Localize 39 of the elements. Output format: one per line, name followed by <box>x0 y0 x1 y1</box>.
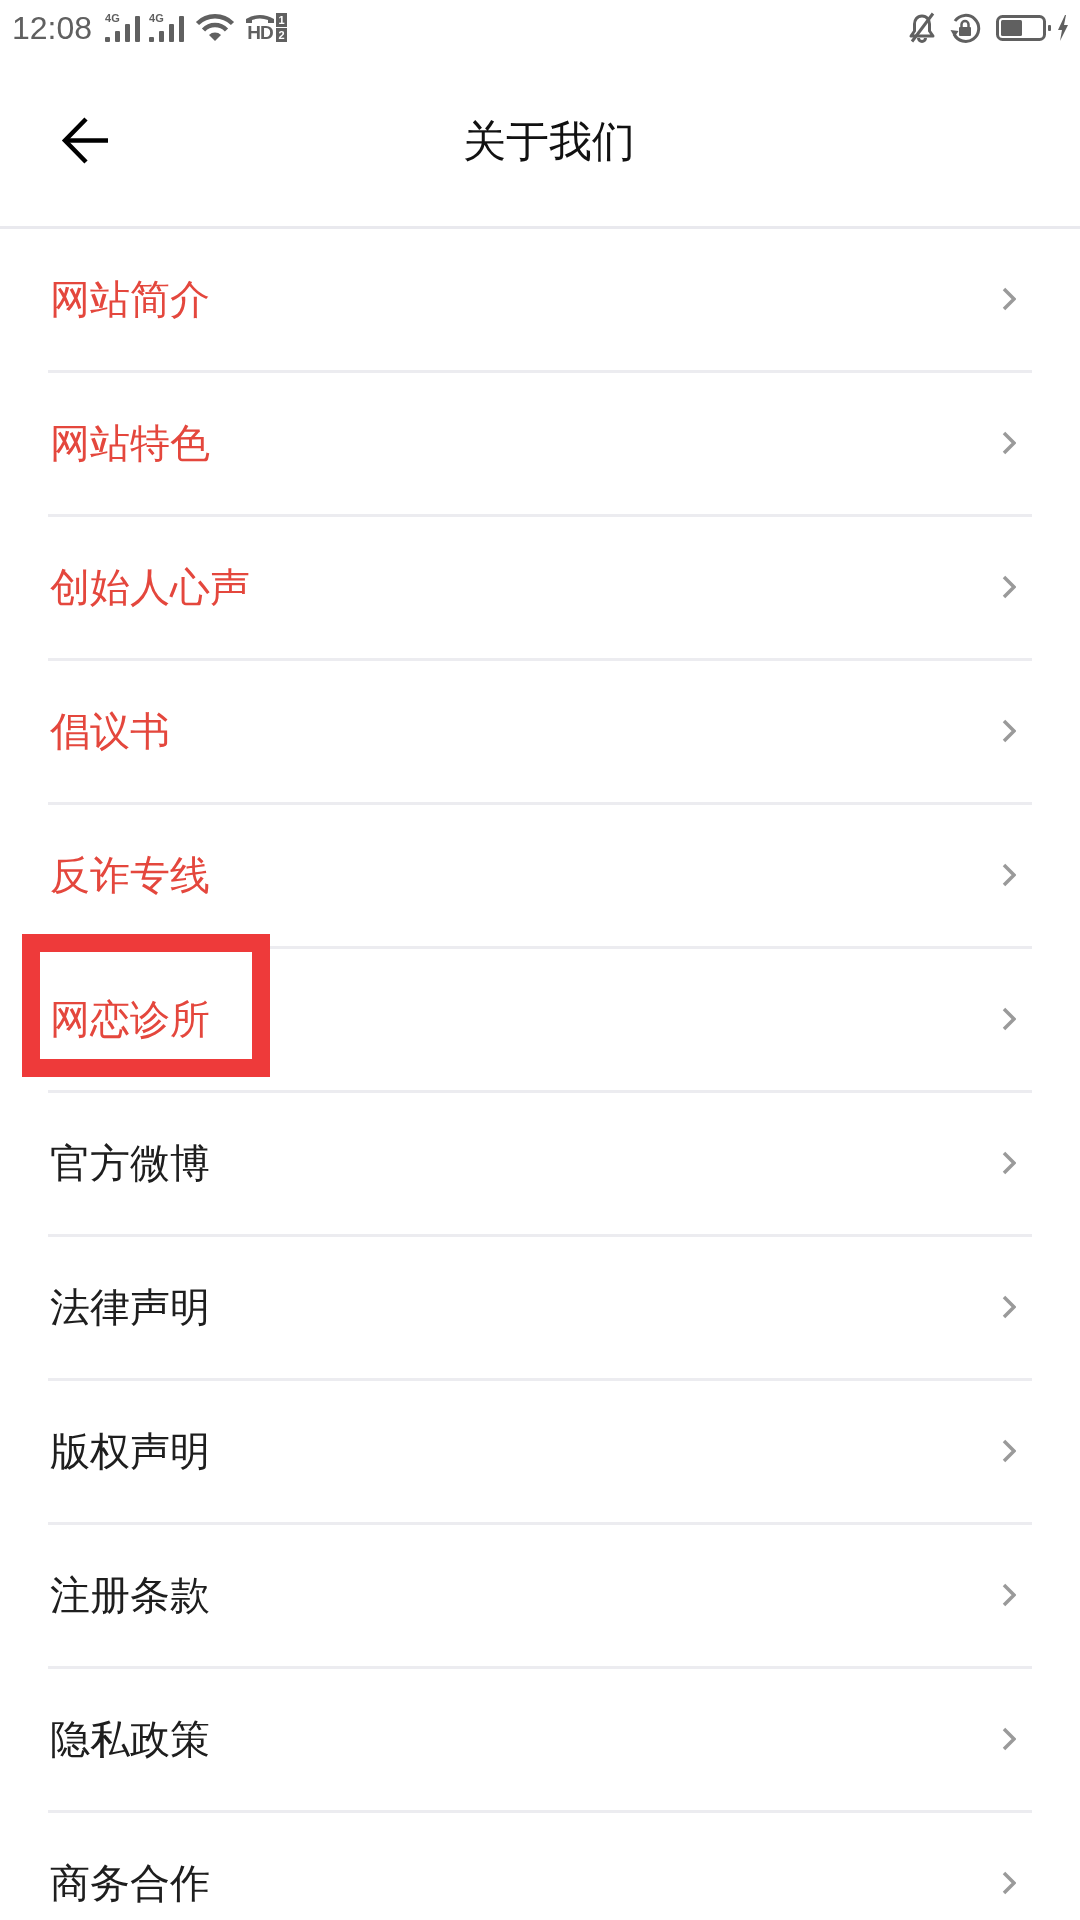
menu-item[interactable]: 法律声明 <box>0 1237 1080 1378</box>
chevron-right-icon <box>1002 719 1016 743</box>
menu-item[interactable]: 商务合作 <box>0 1813 1080 1920</box>
menu-item[interactable]: 官方微博 <box>0 1093 1080 1234</box>
wifi-icon <box>195 14 236 41</box>
menu-item[interactable]: 隐私政策 <box>0 1669 1080 1810</box>
charging-bolt-icon <box>1058 14 1068 41</box>
sim-slot-label: 1 <box>276 13 288 27</box>
menu-item[interactable]: 倡议书 <box>0 661 1080 802</box>
rotation-lock-icon <box>949 12 981 43</box>
menu-item[interactable]: 网站特色 <box>0 373 1080 514</box>
battery-icon <box>996 14 1052 41</box>
network-type-label: 4G <box>105 13 120 24</box>
chevron-right-icon <box>1002 1295 1016 1319</box>
signal-icon <box>105 16 141 42</box>
menu-item[interactable]: 版权声明 <box>0 1381 1080 1522</box>
chevron-right-icon <box>1002 1007 1016 1031</box>
signal-icon <box>149 16 185 42</box>
menu-item[interactable]: 创始人心声 <box>0 517 1080 658</box>
menu-item[interactable]: 注册条款 <box>0 1525 1080 1666</box>
menu-item[interactable]: 网恋诊所 <box>0 949 1080 1090</box>
chevron-right-icon <box>1002 863 1016 887</box>
bell-off-icon <box>908 12 936 43</box>
chevron-right-icon <box>1002 287 1016 311</box>
chevron-right-icon <box>1002 431 1016 455</box>
sim-slot-label: 2 <box>276 28 288 42</box>
network-type-label: 4G <box>149 13 164 24</box>
hd-label: HD <box>247 22 273 42</box>
page-title: 关于我们 <box>463 115 635 166</box>
menu-item[interactable]: 反诈专线 <box>0 805 1080 946</box>
chevron-right-icon <box>1002 1151 1016 1175</box>
status-time: 12:08 <box>12 10 93 45</box>
chevron-right-icon <box>1002 1583 1016 1607</box>
chevron-right-icon <box>1002 1727 1016 1751</box>
chevron-right-icon <box>1002 1439 1016 1463</box>
chevron-right-icon <box>1002 575 1016 599</box>
chevron-right-icon <box>1002 1871 1016 1895</box>
handset-icon <box>245 13 276 23</box>
menu-item[interactable]: 网站简介 <box>0 229 1080 370</box>
